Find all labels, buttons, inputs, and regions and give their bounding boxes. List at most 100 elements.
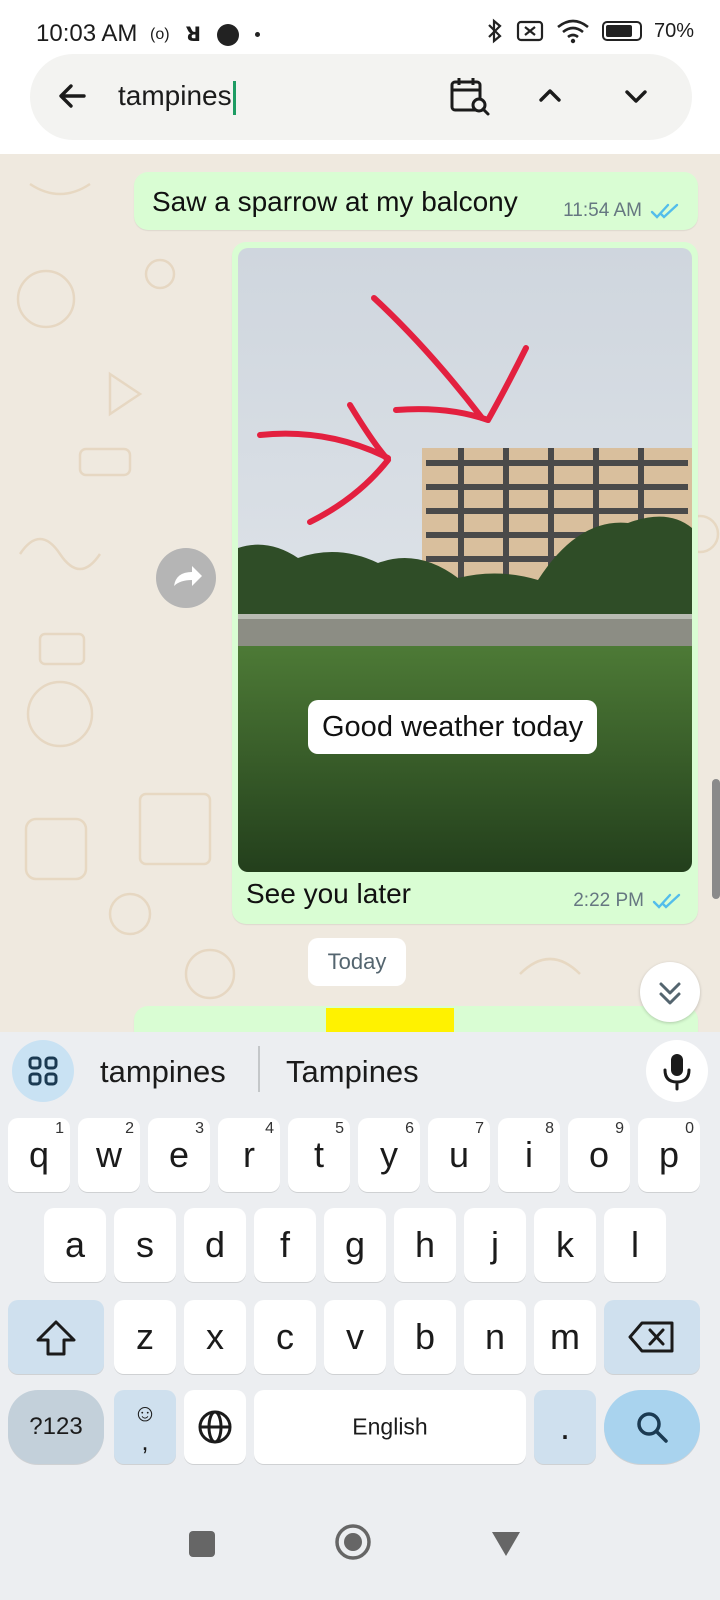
key-k[interactable]: k	[534, 1208, 596, 1282]
key-number-hint: 9	[615, 1120, 624, 1137]
battery-icon	[601, 21, 642, 41]
clock: 10:03 AM	[36, 20, 138, 47]
key-label: r	[243, 1134, 255, 1175]
navigation-bar	[0, 1502, 720, 1600]
search-field-container: tampines	[30, 54, 692, 140]
message-text: Saw a sparrow at my balcony	[152, 186, 518, 217]
shared-photo[interactable]: Good weather today	[238, 248, 692, 872]
battery-level: 70%	[653, 19, 694, 42]
message-bubble-image[interactable]: Good weather today See you later 2:22 PM	[232, 242, 698, 924]
chat-area[interactable]: Saw a sparrow at my balcony 11:54 AM Goo…	[0, 154, 720, 1032]
notification-dot-icon	[216, 23, 239, 46]
key-label: English	[352, 1413, 428, 1440]
forward-icon	[174, 566, 202, 586]
double-check-read-icon	[652, 893, 681, 909]
symbols-key[interactable]: ?123	[8, 1390, 104, 1464]
scrollbar[interactable]	[712, 779, 720, 899]
status-bar: 10:03 AM (o) ꓤ 70%	[0, 0, 720, 52]
key-c[interactable]: c	[254, 1300, 316, 1374]
key-label: p	[658, 1134, 680, 1175]
message-time: 2:22 PM	[573, 890, 644, 911]
back-arrow-icon[interactable]	[52, 76, 92, 116]
language-key[interactable]	[184, 1390, 246, 1464]
recent-apps-icon[interactable]	[188, 1530, 216, 1558]
key-y[interactable]: y6	[358, 1118, 420, 1192]
key-v[interactable]: v	[324, 1300, 386, 1374]
radio-icon: (o)	[150, 25, 170, 43]
key-label: i	[525, 1134, 533, 1175]
key-g[interactable]: g	[324, 1208, 386, 1282]
key-q[interactable]: q1	[8, 1118, 70, 1192]
key-n[interactable]: n	[464, 1300, 526, 1374]
key-label: m	[550, 1316, 580, 1357]
key-d[interactable]: d	[184, 1208, 246, 1282]
key-z[interactable]: z	[114, 1300, 176, 1374]
message-bubble-partial[interactable]	[134, 1006, 698, 1032]
key-o[interactable]: o9	[568, 1118, 630, 1192]
key-l[interactable]: l	[604, 1208, 666, 1282]
key-m[interactable]: m	[534, 1300, 596, 1374]
key-label: k	[556, 1224, 574, 1265]
comma-label: ,	[141, 1426, 149, 1456]
chevron-up-icon[interactable]	[532, 78, 568, 114]
double-check-read-icon	[650, 203, 679, 219]
key-f[interactable]: f	[254, 1208, 316, 1282]
key-p[interactable]: p0	[638, 1118, 700, 1192]
key-t[interactable]: t5	[288, 1118, 350, 1192]
period-key[interactable]: .	[534, 1390, 596, 1464]
date-divider: Today	[308, 938, 406, 986]
key-w[interactable]: w2	[78, 1118, 140, 1192]
key-label: a	[64, 1224, 86, 1265]
key-i[interactable]: i8	[498, 1118, 560, 1192]
calendar-search-icon[interactable]	[448, 74, 492, 118]
key-label: z	[136, 1316, 154, 1357]
key-b[interactable]: b	[394, 1300, 456, 1374]
key-label: .	[559, 1406, 570, 1447]
message-text: See you later	[246, 878, 411, 909]
search-query: tampines	[118, 80, 232, 111]
search-highlight	[326, 1008, 454, 1032]
suggestion-1[interactable]: tampines	[100, 1054, 226, 1090]
key-a[interactable]: a	[44, 1208, 106, 1282]
suggestion-2[interactable]: Tampines	[286, 1054, 419, 1090]
key-number-hint: 3	[195, 1120, 204, 1137]
voice-input-button[interactable]	[646, 1040, 708, 1102]
backspace-key[interactable]	[604, 1300, 700, 1374]
key-label: f	[279, 1224, 290, 1265]
key-number-hint: 5	[335, 1120, 344, 1137]
emoji-key[interactable]: ☺,	[114, 1390, 176, 1464]
chevron-down-icon[interactable]	[618, 78, 654, 114]
microphone-icon	[663, 1054, 691, 1091]
key-r[interactable]: r4	[218, 1118, 280, 1192]
key-label: v	[346, 1316, 364, 1357]
message-bubble-outgoing[interactable]: Saw a sparrow at my balcony 11:54 AM	[134, 172, 698, 230]
key-number-hint: 4	[265, 1120, 274, 1137]
key-label: x	[206, 1316, 224, 1357]
key-e[interactable]: e3	[148, 1118, 210, 1192]
key-label: g	[344, 1224, 366, 1265]
search-key[interactable]	[604, 1390, 700, 1464]
space-key[interactable]: English	[254, 1390, 526, 1464]
key-number-hint: 8	[545, 1120, 554, 1137]
key-u[interactable]: u7	[428, 1118, 490, 1192]
key-h[interactable]: h	[394, 1208, 456, 1282]
key-s[interactable]: s	[114, 1208, 176, 1282]
shift-key[interactable]	[8, 1300, 104, 1374]
scroll-to-bottom-button[interactable]	[640, 962, 700, 1022]
key-label: o	[588, 1134, 610, 1175]
key-number-hint: 6	[405, 1120, 414, 1137]
search-input[interactable]: tampines	[118, 80, 236, 115]
emoji-icon: ☺	[132, 1400, 158, 1427]
key-x[interactable]: x	[184, 1300, 246, 1374]
suggestion-divider	[258, 1046, 260, 1092]
more-notifications-icon	[254, 32, 260, 37]
forward-button[interactable]	[156, 548, 216, 608]
home-icon[interactable]	[333, 1522, 373, 1562]
back-nav-icon[interactable]	[490, 1530, 522, 1558]
apps-grid-button[interactable]	[12, 1040, 74, 1102]
search-bar: tampines	[0, 52, 720, 154]
key-label: t	[313, 1134, 324, 1175]
key-number-hint: 0	[685, 1120, 694, 1137]
key-j[interactable]: j	[464, 1208, 526, 1282]
globe-icon	[198, 1410, 232, 1444]
